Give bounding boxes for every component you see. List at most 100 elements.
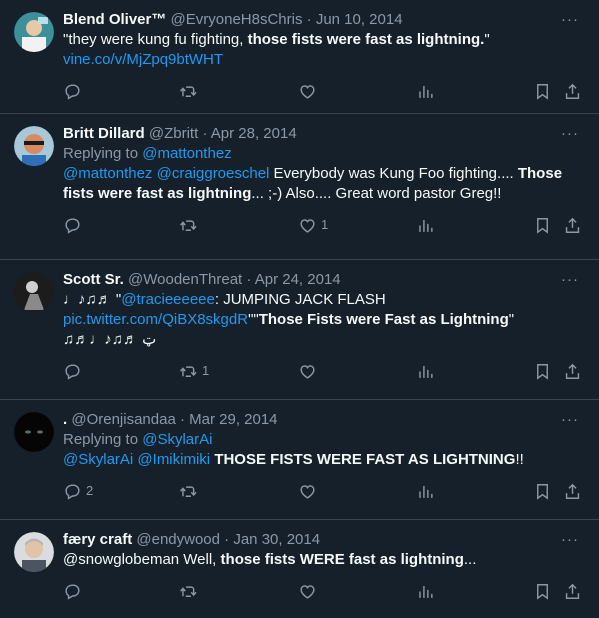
retweet-button[interactable]: 1 bbox=[179, 360, 209, 382]
share-button[interactable] bbox=[563, 360, 582, 382]
tweet-link[interactable]: pic.twitter.com/QiBX8skgdR bbox=[63, 311, 248, 328]
share-icon bbox=[563, 362, 582, 381]
author-name[interactable]: Scott Sr. bbox=[63, 271, 124, 288]
text-span: ... bbox=[463, 551, 477, 568]
tweet-feed: ··· Blend Oliver™ @EvryoneH8sChris · Jun… bbox=[0, 0, 599, 618]
action-bar bbox=[63, 70, 583, 114]
more-options-icon[interactable]: ··· bbox=[561, 530, 579, 550]
tweet-header: færy craft @endywood · Jan 30, 2014 bbox=[63, 530, 583, 550]
reply-button[interactable] bbox=[63, 214, 82, 236]
avatar[interactable] bbox=[14, 126, 54, 166]
tweet-header: Scott Sr. @WoodenThreat · Apr 24, 2014 bbox=[63, 270, 583, 290]
retweet-button[interactable] bbox=[179, 480, 198, 502]
like-button[interactable] bbox=[298, 360, 317, 382]
bookmark-button[interactable] bbox=[533, 480, 552, 502]
retweet-count: 1 bbox=[202, 363, 210, 378]
reply-icon bbox=[63, 216, 82, 235]
replying-to: Replying to @SkylarAi bbox=[63, 430, 583, 450]
views-icon bbox=[416, 216, 435, 235]
share-button[interactable] bbox=[563, 480, 582, 502]
more-options-icon[interactable]: ··· bbox=[561, 124, 579, 144]
reply-button[interactable] bbox=[63, 360, 82, 382]
tweet-text: @SkylarAi @Imikimiki THOSE FISTS WERE FA… bbox=[63, 450, 583, 470]
author-handle[interactable]: @EvryoneH8sChris bbox=[171, 11, 303, 28]
avatar[interactable] bbox=[14, 532, 54, 572]
reply-button[interactable] bbox=[63, 580, 82, 602]
share-button[interactable] bbox=[563, 214, 582, 236]
replying-prefix: Replying to bbox=[63, 431, 143, 448]
like-button[interactable] bbox=[298, 80, 317, 102]
heart-icon bbox=[298, 582, 317, 601]
bookmark-button[interactable] bbox=[533, 580, 552, 602]
share-button[interactable] bbox=[563, 80, 582, 102]
reply-button[interactable]: 2 bbox=[63, 480, 93, 502]
bookmark-button[interactable] bbox=[533, 214, 552, 236]
share-icon bbox=[563, 582, 582, 601]
reply-icon bbox=[63, 482, 82, 501]
text-span: @snowglobeman Well, bbox=[63, 551, 221, 568]
views-button[interactable] bbox=[416, 80, 435, 102]
tweet-text: ♩♪♫♬ "@tracieeeeee: JUMPING JACK FLASH p… bbox=[63, 290, 583, 350]
views-icon bbox=[416, 362, 435, 381]
mention-link[interactable]: @tracieeeeee bbox=[121, 291, 215, 308]
retweet-button[interactable] bbox=[179, 580, 198, 602]
tweet[interactable]: ··· Scott Sr. @WoodenThreat · Apr 24, 20… bbox=[0, 260, 599, 400]
retweet-button[interactable] bbox=[179, 214, 198, 236]
share-button[interactable] bbox=[563, 580, 582, 602]
text-span: " bbox=[508, 311, 515, 328]
mention-link[interactable]: @SkylarAi bbox=[63, 451, 133, 468]
views-button[interactable] bbox=[416, 480, 435, 502]
bookmark-button[interactable] bbox=[533, 360, 552, 382]
mention-link[interactable]: @craiggroeschel bbox=[157, 165, 270, 182]
author-name[interactable]: Blend Oliver™ bbox=[63, 11, 166, 28]
tweet-header: Britt Dillard @Zbritt · Apr 28, 2014 bbox=[63, 124, 583, 144]
reply-button[interactable] bbox=[63, 80, 82, 102]
tweet-link[interactable]: vine.co/v/MjZpq9btWHT bbox=[63, 51, 223, 68]
tweet-text: @mattonthez @craiggroeschel Everybody wa… bbox=[63, 164, 583, 204]
avatar[interactable] bbox=[14, 12, 54, 52]
reply-count: 2 bbox=[86, 483, 94, 498]
heart-icon bbox=[298, 482, 317, 501]
tweet[interactable]: ··· Britt Dillard @Zbritt · Apr 28, 2014… bbox=[0, 114, 599, 260]
more-options-icon[interactable]: ··· bbox=[561, 10, 579, 30]
author-handle[interactable]: @Orenjisandaa bbox=[71, 411, 175, 428]
replying-prefix: Replying to bbox=[63, 145, 143, 162]
author-handle[interactable]: @Zbritt bbox=[149, 125, 198, 142]
views-button[interactable] bbox=[416, 360, 435, 382]
author-handle[interactable]: @WoodenThreat bbox=[128, 271, 242, 288]
like-button[interactable]: 1 bbox=[298, 214, 328, 236]
tweet[interactable]: ··· Blend Oliver™ @EvryoneH8sChris · Jun… bbox=[0, 0, 599, 114]
views-button[interactable] bbox=[416, 580, 435, 602]
author-handle[interactable]: @endywood bbox=[136, 531, 220, 548]
more-options-icon[interactable]: ··· bbox=[561, 270, 579, 290]
text-bold: Those Fists were Fast as Lightning bbox=[258, 311, 509, 328]
avatar[interactable] bbox=[14, 272, 54, 312]
views-button[interactable] bbox=[416, 214, 435, 236]
replying-to-link[interactable]: @mattonthez bbox=[142, 145, 231, 162]
author-name[interactable]: . bbox=[63, 411, 67, 428]
author-name[interactable]: Britt Dillard bbox=[63, 125, 145, 142]
replying-to-link[interactable]: @SkylarAi bbox=[142, 431, 212, 448]
tweet[interactable]: ··· færy craft @endywood · Jan 30, 2014 … bbox=[0, 520, 599, 618]
mention-link[interactable]: @mattonthez bbox=[63, 165, 152, 182]
tweet-text: @snowglobeman Well, those fists WERE fas… bbox=[63, 550, 583, 570]
tweet-date[interactable]: Apr 28, 2014 bbox=[211, 125, 297, 142]
views-icon bbox=[416, 582, 435, 601]
retweet-icon bbox=[179, 482, 198, 501]
action-bar bbox=[63, 570, 583, 614]
tweet-date[interactable]: Jan 30, 2014 bbox=[233, 531, 320, 548]
retweet-button[interactable] bbox=[179, 80, 198, 102]
like-button[interactable] bbox=[298, 580, 317, 602]
like-button[interactable] bbox=[298, 480, 317, 502]
avatar[interactable] bbox=[14, 412, 54, 452]
text-bold: THOSE FISTS WERE FAST AS LIGHTNING bbox=[214, 451, 516, 468]
tweet-date[interactable]: Apr 24, 2014 bbox=[255, 271, 341, 288]
tweet-date[interactable]: Jun 10, 2014 bbox=[316, 11, 403, 28]
bookmark-button[interactable] bbox=[533, 80, 552, 102]
author-name[interactable]: færy craft bbox=[63, 531, 132, 548]
heart-icon bbox=[298, 82, 317, 101]
tweet[interactable]: ··· . @Orenjisandaa · Mar 29, 2014 Reply… bbox=[0, 400, 599, 520]
mention-link[interactable]: @Imikimiki bbox=[137, 451, 210, 468]
more-options-icon[interactable]: ··· bbox=[561, 410, 579, 430]
tweet-date[interactable]: Mar 29, 2014 bbox=[189, 411, 277, 428]
